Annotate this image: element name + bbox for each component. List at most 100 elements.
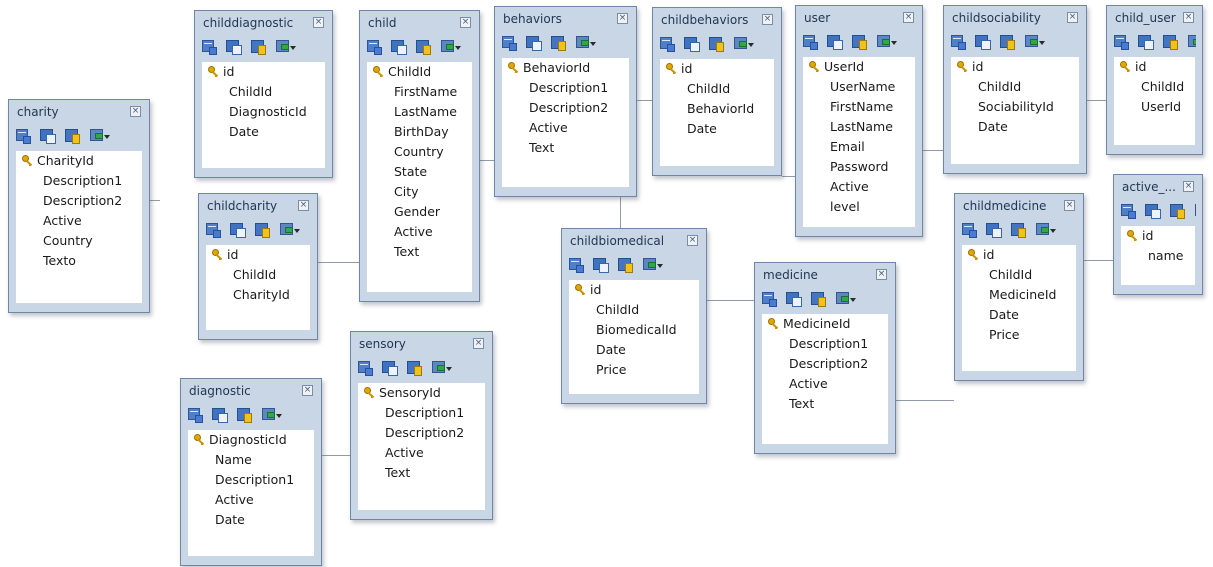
primary-key-icon[interactable] [255,222,272,239]
field-row[interactable]: level [803,197,915,217]
field-row[interactable]: UserId [1114,97,1195,117]
table-window-childbiomedical[interactable]: childbiomedical × id ChildId BiomedicalId Dat… [561,228,707,404]
table-window-childmedicine[interactable]: childmedicine × id ChildId MedicineId Date Pri… [954,193,1084,381]
table-titlebar[interactable]: childbiomedical × [562,229,706,253]
table-window-child_user[interactable]: child_user × id ChildId UserId [1106,5,1203,155]
table-actions-icon[interactable] [262,407,282,424]
close-icon[interactable]: × [1183,12,1194,23]
field-row[interactable]: MedicineId [962,285,1076,305]
field-row[interactable]: UserName [803,77,915,97]
field-row[interactable]: Description1 [188,470,314,490]
field-row[interactable]: Description1 [762,334,888,354]
field-row[interactable]: BirthDay [367,122,472,142]
table-properties-icon[interactable] [786,291,803,308]
table-properties-icon[interactable] [1145,203,1162,220]
field-row[interactable]: Country [367,142,472,162]
table-window-active[interactable]: active_... × id name [1113,174,1203,295]
field-row[interactable]: BehaviorId [660,99,774,119]
table-actions-icon[interactable] [643,257,663,274]
table-properties-icon[interactable] [40,128,57,145]
primary-key-icon[interactable] [251,39,268,56]
primary-key-field[interactable]: DiagnosticId [188,430,314,450]
primary-key-field[interactable]: id [569,280,699,300]
table-titlebar[interactable]: charity × [9,100,149,124]
table-titlebar[interactable]: childsociability × [944,6,1086,30]
table-actions-icon[interactable] [1025,34,1045,51]
close-icon[interactable]: × [876,269,887,280]
field-row[interactable]: Text [367,242,472,262]
table-window-childsociability[interactable]: childsociability × id ChildId SociabilityId D… [943,5,1087,174]
field-row[interactable]: LastName [803,117,915,137]
table-titlebar[interactable]: active_... × [1114,175,1202,199]
table-properties-icon[interactable] [391,39,408,56]
field-row[interactable]: Country [16,231,142,251]
field-row[interactable]: name [1121,246,1195,266]
field-row[interactable]: Text [762,394,888,414]
table-actions-icon[interactable] [836,291,856,308]
table-properties-icon[interactable] [526,35,543,52]
close-icon[interactable]: × [762,14,773,25]
table-window-diagnostic[interactable]: diagnostic × DiagnosticId Name Description1 A… [180,378,322,566]
field-row[interactable]: Name [188,450,314,470]
table-window-childbehaviors[interactable]: childbehaviors × id ChildId BehaviorId Date [652,7,782,176]
field-row[interactable]: Text [358,463,485,483]
field-row[interactable]: State [367,162,472,182]
table-properties-icon[interactable] [986,222,1003,239]
primary-key-icon[interactable] [811,291,828,308]
primary-key-field[interactable]: id [951,57,1079,77]
field-row[interactable]: Date [962,305,1076,325]
close-icon[interactable]: × [313,17,324,28]
primary-key-icon[interactable] [852,34,869,51]
table-properties-icon[interactable] [975,34,992,51]
field-row[interactable]: ChildId [660,79,774,99]
field-row[interactable]: FirstName [803,97,915,117]
field-row[interactable]: Date [188,510,314,530]
primary-key-field[interactable]: CharityId [16,151,142,171]
field-row[interactable]: ChildId [951,77,1079,97]
primary-key-field[interactable]: MedicineId [762,314,888,334]
primary-key-field[interactable]: id [660,59,774,79]
table-actions-icon[interactable] [276,39,296,56]
field-row[interactable]: Active [367,222,472,242]
table-actions-icon[interactable] [90,128,110,145]
field-row[interactable]: ChildId [202,82,325,102]
field-row[interactable]: ChildId [1114,77,1195,97]
field-row[interactable]: Date [660,119,774,139]
table-titlebar[interactable]: child × [360,11,479,35]
table-window-childcharity[interactable]: childcharity × id ChildId CharityId [198,193,318,340]
table-titlebar[interactable]: behaviors × [495,7,636,31]
close-icon[interactable]: × [298,200,309,211]
close-icon[interactable]: × [687,235,698,246]
primary-key-icon[interactable] [1170,203,1187,220]
field-row[interactable]: SociabilityId [951,97,1079,117]
primary-key-icon[interactable] [416,39,433,56]
table-actions-icon[interactable] [734,36,754,53]
field-row[interactable]: ChildId [569,300,699,320]
table-properties-icon[interactable] [382,360,399,377]
field-row[interactable]: Active [502,118,629,138]
field-row[interactable]: Date [202,122,325,142]
table-properties-icon[interactable] [593,257,610,274]
primary-key-icon[interactable] [1000,34,1017,51]
select-all-icon[interactable] [187,407,204,424]
field-row[interactable]: Description2 [358,423,485,443]
table-titlebar[interactable]: childmedicine × [955,194,1083,218]
select-all-icon[interactable] [366,39,383,56]
table-actions-icon[interactable] [432,360,452,377]
table-actions-icon[interactable] [1188,34,1196,51]
select-all-icon[interactable] [802,34,819,51]
table-titlebar[interactable]: diagnostic × [181,379,321,403]
primary-key-icon[interactable] [1011,222,1028,239]
close-icon[interactable]: × [1183,181,1194,192]
field-row[interactable]: Active [803,177,915,197]
primary-key-icon[interactable] [709,36,726,53]
field-row[interactable]: Active [188,490,314,510]
field-row[interactable]: Description1 [358,403,485,423]
field-row[interactable]: ChildId [206,265,310,285]
table-titlebar[interactable]: user × [796,6,922,30]
table-window-charity[interactable]: charity × CharityId Description1 Description… [8,99,150,313]
primary-key-field[interactable]: id [206,245,310,265]
primary-key-field[interactable]: id [962,245,1076,265]
field-row[interactable]: Price [962,325,1076,345]
close-icon[interactable]: × [1067,12,1078,23]
